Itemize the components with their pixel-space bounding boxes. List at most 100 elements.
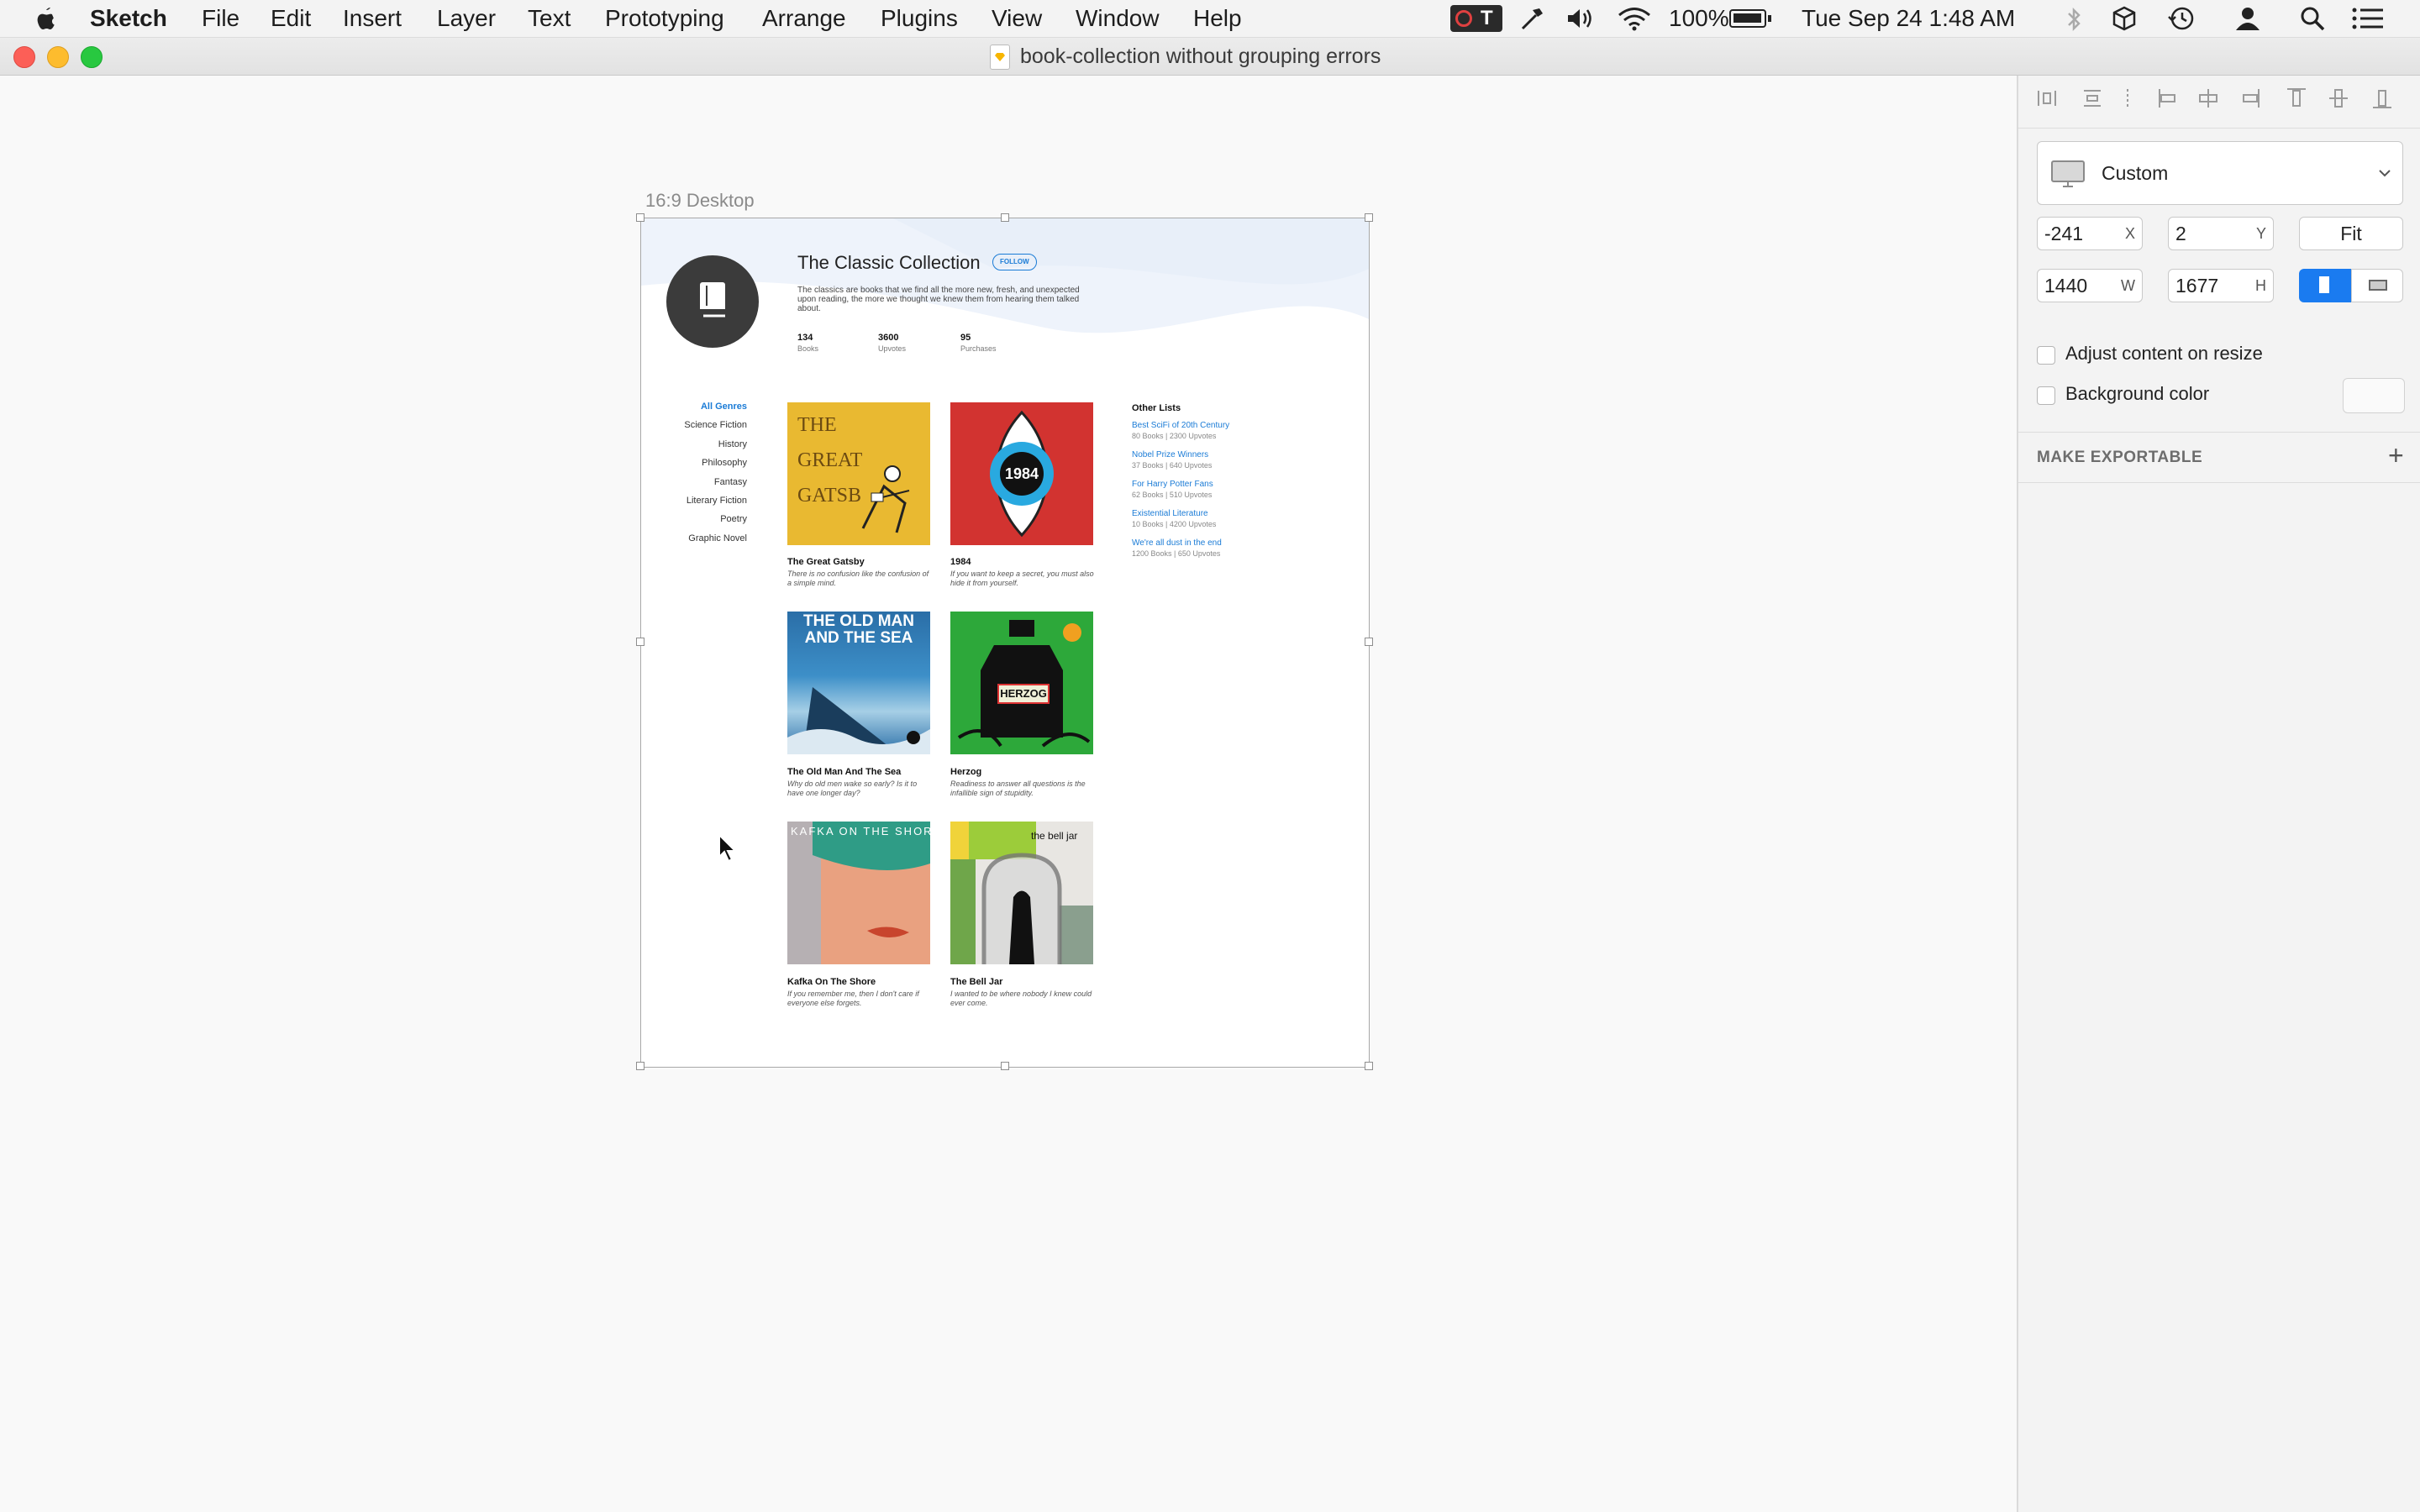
genre-item[interactable]: Literary Fiction bbox=[687, 496, 747, 506]
search-icon[interactable] bbox=[2299, 5, 2326, 36]
menu-view[interactable]: View bbox=[992, 0, 1042, 37]
genre-item[interactable]: Philosophy bbox=[702, 458, 747, 468]
menu-plugins[interactable]: Plugins bbox=[881, 0, 958, 37]
other-list-link[interactable]: Best SciFi of 20th Century bbox=[1132, 421, 1229, 430]
stat-upvotes-label: Upvotes bbox=[878, 344, 907, 353]
menu-arrange[interactable]: Arrange bbox=[762, 0, 846, 37]
add-export-button[interactable]: + bbox=[2388, 440, 2404, 471]
screen-recorder-icon[interactable]: T bbox=[1450, 5, 1502, 32]
genre-item[interactable]: Science Fiction bbox=[684, 420, 747, 430]
bluetooth-icon[interactable] bbox=[2065, 7, 2082, 36]
book-cover-herzog[interactable]: HERZOG bbox=[950, 612, 1093, 754]
close-button[interactable] bbox=[13, 46, 35, 68]
book-title[interactable]: The Old Man And The Sea bbox=[787, 767, 901, 777]
apple-menu-icon[interactable] bbox=[34, 0, 59, 37]
x-field[interactable]: -241 X bbox=[2037, 217, 2143, 250]
divider bbox=[2018, 482, 2420, 483]
width-field[interactable]: 1440 W bbox=[2037, 269, 2143, 302]
width-value: 1440 bbox=[2044, 275, 2088, 297]
divider bbox=[2018, 128, 2420, 129]
fit-button[interactable]: Fit bbox=[2299, 217, 2403, 250]
portrait-toggle[interactable] bbox=[2299, 269, 2351, 302]
book-title[interactable]: Herzog bbox=[950, 767, 981, 777]
book-quote: Why do old men wake so early? Is it to h… bbox=[787, 780, 918, 797]
book-cover-kafka[interactable]: KAFKA ON THE SHORE bbox=[787, 822, 930, 964]
collection-avatar bbox=[666, 255, 759, 348]
document-icon bbox=[990, 45, 1010, 70]
resize-handle[interactable] bbox=[636, 213, 644, 222]
menu-layer[interactable]: Layer bbox=[437, 0, 496, 37]
height-field[interactable]: 1677 H bbox=[2168, 269, 2274, 302]
book-title[interactable]: The Bell Jar bbox=[950, 977, 1002, 987]
menu-window[interactable]: Window bbox=[1076, 0, 1160, 37]
preset-dropdown[interactable]: Custom bbox=[2037, 141, 2403, 205]
resize-handle[interactable] bbox=[1365, 1062, 1373, 1070]
book-title[interactable]: The Great Gatsby bbox=[787, 557, 865, 567]
other-list-link[interactable]: We're all dust in the end bbox=[1132, 538, 1222, 548]
other-list-link[interactable]: Nobel Prize Winners bbox=[1132, 450, 1208, 459]
menu-bar: Sketch File Edit Insert Layer Text Proto… bbox=[0, 0, 2420, 38]
book-cover-old-man[interactable]: THE OLD MAN AND THE SEA bbox=[787, 612, 930, 754]
cube-icon[interactable] bbox=[2111, 5, 2138, 36]
book-cover-1984[interactable]: 1984 bbox=[950, 402, 1093, 545]
zoom-button[interactable] bbox=[81, 46, 103, 68]
height-label: H bbox=[2255, 277, 2266, 294]
resize-handle[interactable] bbox=[1001, 1062, 1009, 1070]
resize-handle[interactable] bbox=[1365, 638, 1373, 646]
hammer-icon[interactable] bbox=[1518, 5, 1548, 36]
other-list-meta: 62 Books | 510 Upvotes bbox=[1132, 491, 1213, 499]
fit-label: Fit bbox=[2340, 223, 2362, 244]
genre-item[interactable]: History bbox=[718, 439, 747, 449]
resize-handle[interactable] bbox=[1365, 213, 1373, 222]
reader-illustration bbox=[861, 465, 910, 533]
book-title[interactable]: 1984 bbox=[950, 557, 971, 567]
menu-insert[interactable]: Insert bbox=[343, 0, 402, 37]
notification-center-icon[interactable] bbox=[2351, 7, 2385, 34]
artboard-label[interactable]: 16:9 Desktop bbox=[645, 190, 755, 212]
other-list-link[interactable]: Existential Literature bbox=[1132, 509, 1208, 518]
book-cover-bell-jar[interactable]: the bell jar bbox=[950, 822, 1093, 964]
genre-item[interactable]: Graphic Novel bbox=[688, 533, 747, 543]
menu-edit[interactable]: Edit bbox=[271, 0, 311, 37]
face-illustration bbox=[787, 822, 930, 964]
menu-clock[interactable]: Tue Sep 24 1:48 AM bbox=[1802, 0, 2015, 37]
portrait-icon bbox=[2319, 276, 2329, 293]
user-icon[interactable] bbox=[2233, 5, 2262, 36]
minimize-button[interactable] bbox=[47, 46, 69, 68]
x-value: -241 bbox=[2044, 223, 2084, 244]
landscape-toggle[interactable] bbox=[2351, 269, 2403, 302]
menu-prototyping[interactable]: Prototyping bbox=[605, 0, 724, 37]
resize-handle[interactable] bbox=[636, 1062, 644, 1070]
resize-handle[interactable] bbox=[636, 638, 644, 646]
volume-icon[interactable] bbox=[1565, 5, 1598, 36]
background-color-swatch[interactable] bbox=[2343, 378, 2405, 413]
inspector-panel: Custom -241 X 2 Y Fit 1440 W 1677 H Adju… bbox=[2017, 76, 2420, 1512]
battery-icon[interactable] bbox=[1729, 9, 1771, 28]
background-color-checkbox[interactable] bbox=[2037, 386, 2055, 405]
other-list-link[interactable]: For Harry Potter Fans bbox=[1132, 480, 1213, 489]
width-label: W bbox=[2121, 277, 2135, 294]
cursor-icon bbox=[718, 833, 738, 863]
genre-item[interactable]: Fantasy bbox=[714, 477, 747, 487]
menu-text[interactable]: Text bbox=[528, 0, 571, 37]
book-title[interactable]: Kafka On The Shore bbox=[787, 977, 876, 987]
app-name-menu[interactable]: Sketch bbox=[90, 0, 167, 37]
time-machine-icon[interactable] bbox=[2166, 5, 2196, 36]
wifi-icon[interactable] bbox=[1617, 5, 1652, 36]
cover-text: KAFKA ON THE SHORE bbox=[791, 825, 930, 837]
genre-item[interactable]: Poetry bbox=[720, 514, 747, 524]
book-cover-gatsby[interactable]: THE GREAT GATSB bbox=[787, 402, 930, 545]
menu-help[interactable]: Help bbox=[1193, 0, 1242, 37]
other-lists-heading: Other Lists bbox=[1132, 403, 1181, 413]
menu-file[interactable]: File bbox=[202, 0, 239, 37]
cover-text: THE OLD MAN AND THE SEA bbox=[803, 612, 914, 647]
genre-item[interactable]: All Genres bbox=[701, 402, 747, 412]
stat-upvotes-value: 3600 bbox=[878, 333, 899, 343]
genre-list: All Genres Science Fiction History Philo… bbox=[658, 402, 747, 570]
follow-button[interactable]: FOLLOW bbox=[992, 254, 1037, 270]
adjust-content-checkbox[interactable] bbox=[2037, 346, 2055, 365]
artboard[interactable]: The Classic Collection FOLLOW The classi… bbox=[640, 218, 1370, 1068]
y-field[interactable]: 2 Y bbox=[2168, 217, 2274, 250]
resize-handle[interactable] bbox=[1001, 213, 1009, 222]
ink-bottle-illustration bbox=[957, 620, 1091, 748]
